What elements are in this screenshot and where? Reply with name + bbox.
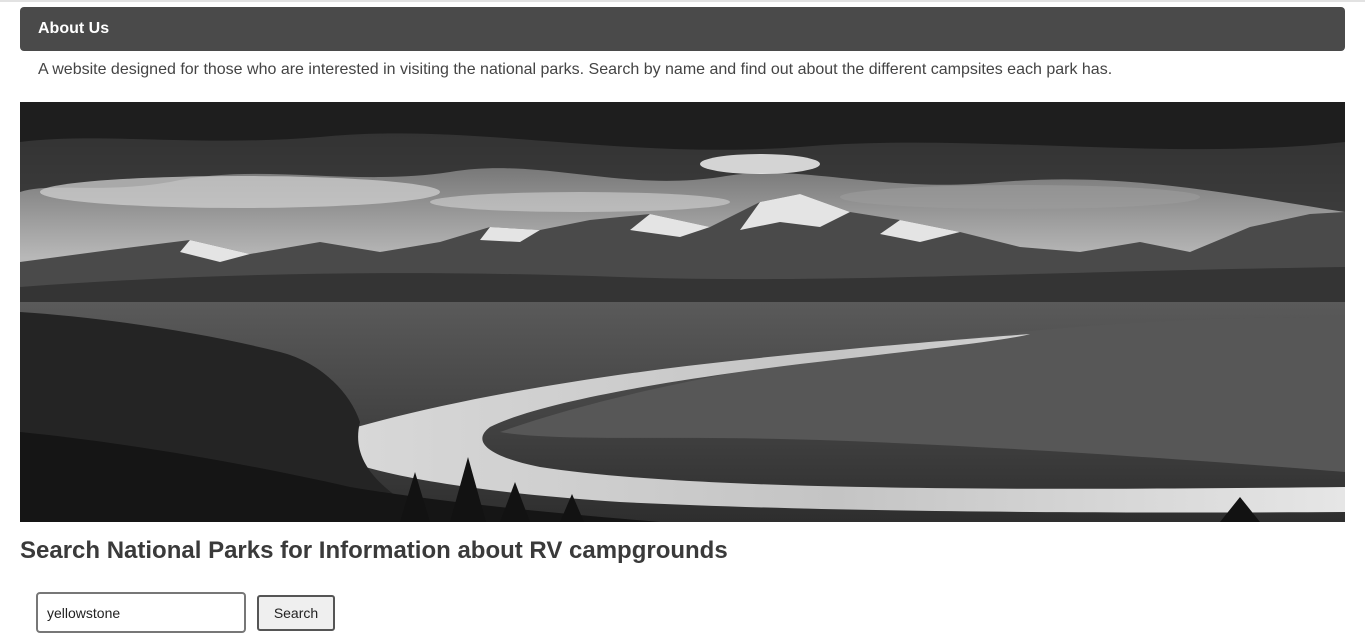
search-button[interactable]: Search <box>257 595 335 631</box>
park-search-input[interactable] <box>36 592 246 633</box>
about-us-description: A website designed for those who are int… <box>38 61 1113 78</box>
search-heading: Search National Parks for Information ab… <box>20 537 728 564</box>
top-divider <box>0 0 1365 2</box>
about-us-title: About Us <box>38 20 110 37</box>
about-us-header: About Us <box>20 7 1345 51</box>
hero-image <box>20 102 1345 522</box>
